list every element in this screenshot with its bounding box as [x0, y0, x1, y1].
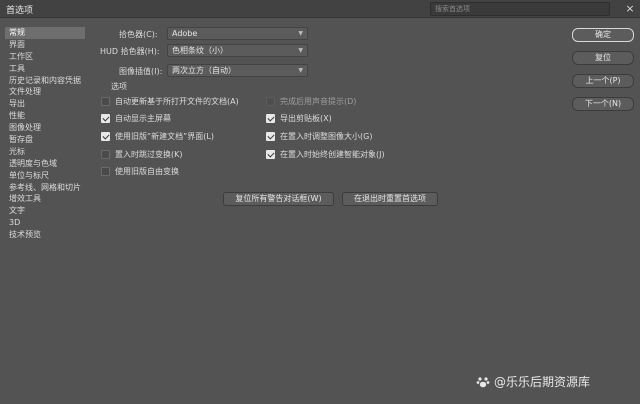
checkbox[interactable]	[266, 149, 275, 159]
sidebar-item-interface[interactable]: 界面	[5, 39, 95, 51]
options-section-label: 选项	[111, 82, 127, 91]
chevron-down-icon: ▼	[298, 30, 303, 37]
color-picker-value: Adobe	[172, 29, 198, 38]
sidebar-item-general[interactable]: 常规	[5, 27, 85, 39]
checkbox[interactable]	[101, 131, 110, 141]
checkbox[interactable]	[101, 166, 110, 176]
watermark-text: @乐乐后期资源库	[494, 375, 591, 389]
option-legacy-new-doc[interactable]: 使用旧版“新建文档”界面(L)	[101, 130, 214, 142]
option-label: 使用旧版“新建文档”界面(L)	[115, 131, 214, 141]
sidebar-item-file-handling[interactable]: 文件处理	[5, 86, 95, 98]
color-picker-label: 拾色器(C):	[119, 30, 158, 39]
sidebar-item-workspace[interactable]: 工作区	[5, 51, 95, 63]
option-legacy-free-transform[interactable]: 使用旧版自由变换	[101, 165, 179, 177]
checkbox[interactable]	[266, 113, 275, 123]
option-label: 置入时跳过变换(K)	[115, 149, 183, 159]
option-label: 在置入时调整图像大小(G)	[280, 131, 373, 141]
search-input[interactable]	[430, 2, 610, 16]
option-label: 在置入时始终创建智能对象(J)	[280, 149, 385, 159]
window-title: 首选项	[6, 6, 34, 16]
option-export-clipboard[interactable]: 导出剪贴板(X)	[266, 112, 332, 124]
paw-icon	[476, 376, 490, 387]
option-beep-when-done[interactable]: 完成后用声音提示(D)	[266, 95, 356, 107]
image-interpolation-value: 两次立方（自动）	[172, 66, 236, 75]
ok-button[interactable]: 确定	[572, 28, 634, 42]
sidebar-item-scratch-disks[interactable]: 暂存盘	[5, 134, 95, 146]
option-label: 自动更新基于所打开文件的文档(A)	[115, 96, 239, 106]
checkbox[interactable]	[266, 96, 275, 106]
option-label: 导出剪贴板(X)	[280, 113, 332, 123]
sidebar-item-cursors[interactable]: 光标	[5, 146, 95, 158]
sidebar-item-type[interactable]: 文字	[5, 205, 95, 217]
option-label: 完成后用声音提示(D)	[280, 96, 357, 106]
reset-warnings-button[interactable]: 复位所有警告对话框(W)	[223, 192, 334, 206]
option-auto-update-docs[interactable]: 自动更新基于所打开文件的文档(A)	[101, 95, 239, 107]
chevron-down-icon: ▼	[298, 67, 303, 74]
image-interpolation-label: 图像插值(I):	[119, 67, 163, 76]
sidebar-item-units-rulers[interactable]: 单位与标尺	[5, 170, 95, 182]
hud-color-picker-select[interactable]: 色相条纹（小） ▼	[167, 44, 308, 57]
reset-on-quit-button[interactable]: 在退出时重置首选项	[342, 192, 438, 206]
sidebar-item-transparency[interactable]: 透明度与色域	[5, 158, 95, 170]
color-picker-select[interactable]: Adobe ▼	[167, 27, 308, 40]
option-label: 使用旧版自由变换	[115, 166, 179, 176]
checkbox[interactable]	[101, 149, 110, 159]
sidebar-item-tools[interactable]: 工具	[5, 63, 95, 75]
sidebar: 常规 界面 工作区 工具 历史记录和内容凭据 文件处理 导出 性能 图像处理 暂…	[5, 27, 95, 241]
image-interpolation-select[interactable]: 两次立方（自动） ▼	[167, 64, 308, 77]
option-auto-show-home[interactable]: 自动显示主屏幕	[101, 112, 171, 124]
option-always-smart-object[interactable]: 在置入时始终创建智能对象(J)	[266, 148, 385, 160]
option-skip-transform[interactable]: 置入时跳过变换(K)	[101, 148, 183, 160]
checkbox[interactable]	[101, 113, 110, 123]
sidebar-item-performance[interactable]: 性能	[5, 110, 95, 122]
next-button[interactable]: 下一个(N)	[572, 97, 634, 111]
option-resize-on-place[interactable]: 在置入时调整图像大小(G)	[266, 130, 372, 142]
option-label: 自动显示主屏幕	[115, 113, 171, 123]
sidebar-item-3d[interactable]: 3D	[5, 217, 95, 229]
hud-color-picker-value: 色相条纹（小）	[172, 46, 228, 55]
prev-button[interactable]: 上一个(P)	[572, 74, 634, 88]
close-icon[interactable]: ×	[624, 2, 636, 15]
sidebar-item-image-processing[interactable]: 图像处理	[5, 122, 95, 134]
sidebar-item-export[interactable]: 导出	[5, 98, 95, 110]
title-bar: 首选项 ×	[0, 0, 640, 18]
checkbox[interactable]	[266, 131, 275, 141]
hud-color-picker-label: HUD 拾色器(H):	[100, 47, 160, 56]
watermark: @乐乐后期资源库	[476, 373, 590, 390]
sidebar-item-tech-preview[interactable]: 技术预览	[5, 229, 95, 241]
chevron-down-icon: ▼	[298, 47, 303, 54]
reset-button[interactable]: 复位	[572, 51, 634, 65]
sidebar-item-plugins[interactable]: 增效工具	[5, 193, 95, 205]
checkbox[interactable]	[101, 96, 110, 106]
sidebar-item-history[interactable]: 历史记录和内容凭据	[5, 75, 95, 87]
sidebar-item-guides-grid[interactable]: 参考线、网格和切片	[5, 182, 95, 194]
